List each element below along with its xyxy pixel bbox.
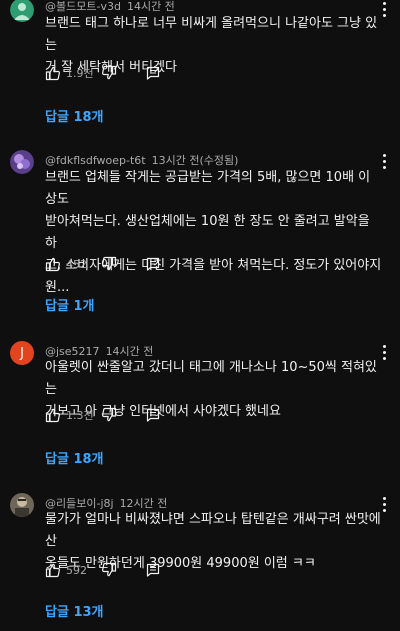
- like-count: 592: [66, 563, 87, 577]
- comment-meta: @fdkflsdfwoep-t6t 13시간 전(수정됨): [45, 152, 238, 168]
- more-options-icon[interactable]: [382, 345, 386, 361]
- comment-author[interactable]: @fdkflsdfwoep-t6t: [45, 154, 146, 167]
- reply-icon[interactable]: [145, 407, 161, 423]
- more-options-icon[interactable]: [382, 2, 386, 18]
- like-icon[interactable]: [45, 256, 61, 272]
- reply-icon[interactable]: [145, 65, 161, 81]
- view-replies-button[interactable]: 답글 18개: [45, 448, 104, 467]
- view-replies-button[interactable]: 답글 18개: [45, 106, 104, 125]
- avatar-letter: J: [20, 345, 24, 361]
- reply-icon[interactable]: [145, 256, 161, 272]
- dislike-icon[interactable]: [101, 256, 117, 272]
- comment-actions: 592: [45, 561, 161, 579]
- view-replies-button[interactable]: 답글 13개: [45, 601, 104, 620]
- comment-actions: 1.9천: [45, 64, 161, 82]
- dislike-icon[interactable]: [101, 65, 117, 81]
- like-icon[interactable]: [45, 407, 61, 423]
- comment-time: 13시간 전(수정됨): [151, 154, 239, 167]
- like-count: 1.3천: [66, 409, 94, 422]
- comment-meta: @볼드모트-v3d 14시간 전: [45, 0, 175, 14]
- reply-icon[interactable]: [145, 562, 161, 578]
- like-icon[interactable]: [45, 562, 61, 578]
- avatar[interactable]: [10, 493, 34, 517]
- view-replies-button[interactable]: 답글 1개: [45, 295, 94, 314]
- like-icon[interactable]: [45, 65, 61, 81]
- avatar[interactable]: [10, 0, 34, 22]
- dislike-icon[interactable]: [101, 407, 117, 423]
- comment-actions: 1.3천: [45, 406, 161, 424]
- like-count: 1.9천: [66, 67, 94, 80]
- dislike-icon[interactable]: [101, 562, 117, 578]
- more-options-icon[interactable]: [382, 154, 386, 170]
- comment-author[interactable]: @볼드모트-v3d: [45, 0, 121, 13]
- avatar[interactable]: J: [10, 341, 34, 365]
- comment-text: 브랜드 업체들 작게는 공급받는 가격의 5배, 많으면 10배 이상도 받아쳐…: [45, 170, 382, 295]
- like-count: 452: [66, 257, 87, 271]
- comment-time: 14시간 전: [126, 0, 175, 13]
- avatar[interactable]: [10, 150, 34, 174]
- comment-actions: 452: [45, 255, 161, 273]
- more-options-icon[interactable]: [382, 497, 386, 513]
